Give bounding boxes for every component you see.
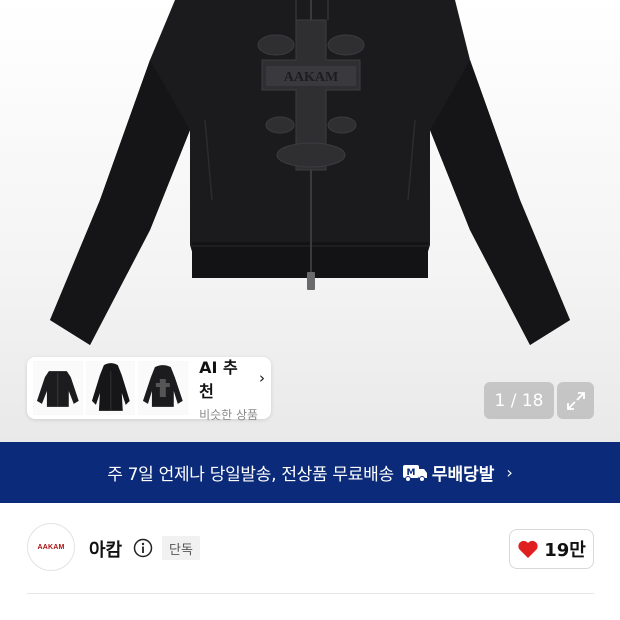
free-shipping-label: 무배당발 xyxy=(431,465,495,485)
recommend-thumb-3[interactable] xyxy=(138,361,189,415)
product-image-gallery[interactable]: AAKAM AI 추천 › 비슷한 상품 1 / 18 xyxy=(0,0,620,442)
banner-message: 주 7일 언제나 당일발송, 전상품 무료배송 xyxy=(107,465,394,485)
chevron-right-icon: › xyxy=(506,463,513,482)
image-counter: 1 / 18 xyxy=(484,382,554,419)
ai-recommend-card[interactable]: AI 추천 › 비슷한 상품 xyxy=(27,357,271,422)
brand-name[interactable]: 아캄 xyxy=(89,536,122,562)
delivery-banner[interactable]: 주 7일 언제나 당일발송, 전상품 무료배송 M 무배당발 › xyxy=(0,442,620,503)
exclusive-tag: 단독 xyxy=(162,536,200,560)
brand-logo[interactable]: AAKAM xyxy=(27,523,75,571)
svg-text:M: M xyxy=(406,468,415,478)
brand-row: AAKAM 아캄 단독 19만 xyxy=(0,503,620,595)
heart-icon xyxy=(518,540,538,558)
brand-logo-text: AAKAM xyxy=(37,543,65,551)
ai-recommend-title: AI 추천 xyxy=(199,357,238,401)
truck-m-icon: M xyxy=(402,464,427,482)
free-shipping-badge: M 무배당발 xyxy=(402,460,495,485)
expand-image-button[interactable] xyxy=(557,382,594,419)
recommend-thumb-2[interactable] xyxy=(85,361,136,415)
chevron-right-icon: › xyxy=(259,368,265,387)
divider xyxy=(27,593,594,594)
recommend-thumb-1[interactable] xyxy=(33,361,83,415)
like-button[interactable]: 19만 xyxy=(509,529,594,569)
info-icon[interactable] xyxy=(133,538,153,558)
like-count: 19만 xyxy=(544,540,586,561)
print-text: AAKAM xyxy=(284,70,338,85)
ai-recommend-subtitle: 비슷한 상품 xyxy=(199,407,259,422)
expand-icon xyxy=(566,391,585,410)
